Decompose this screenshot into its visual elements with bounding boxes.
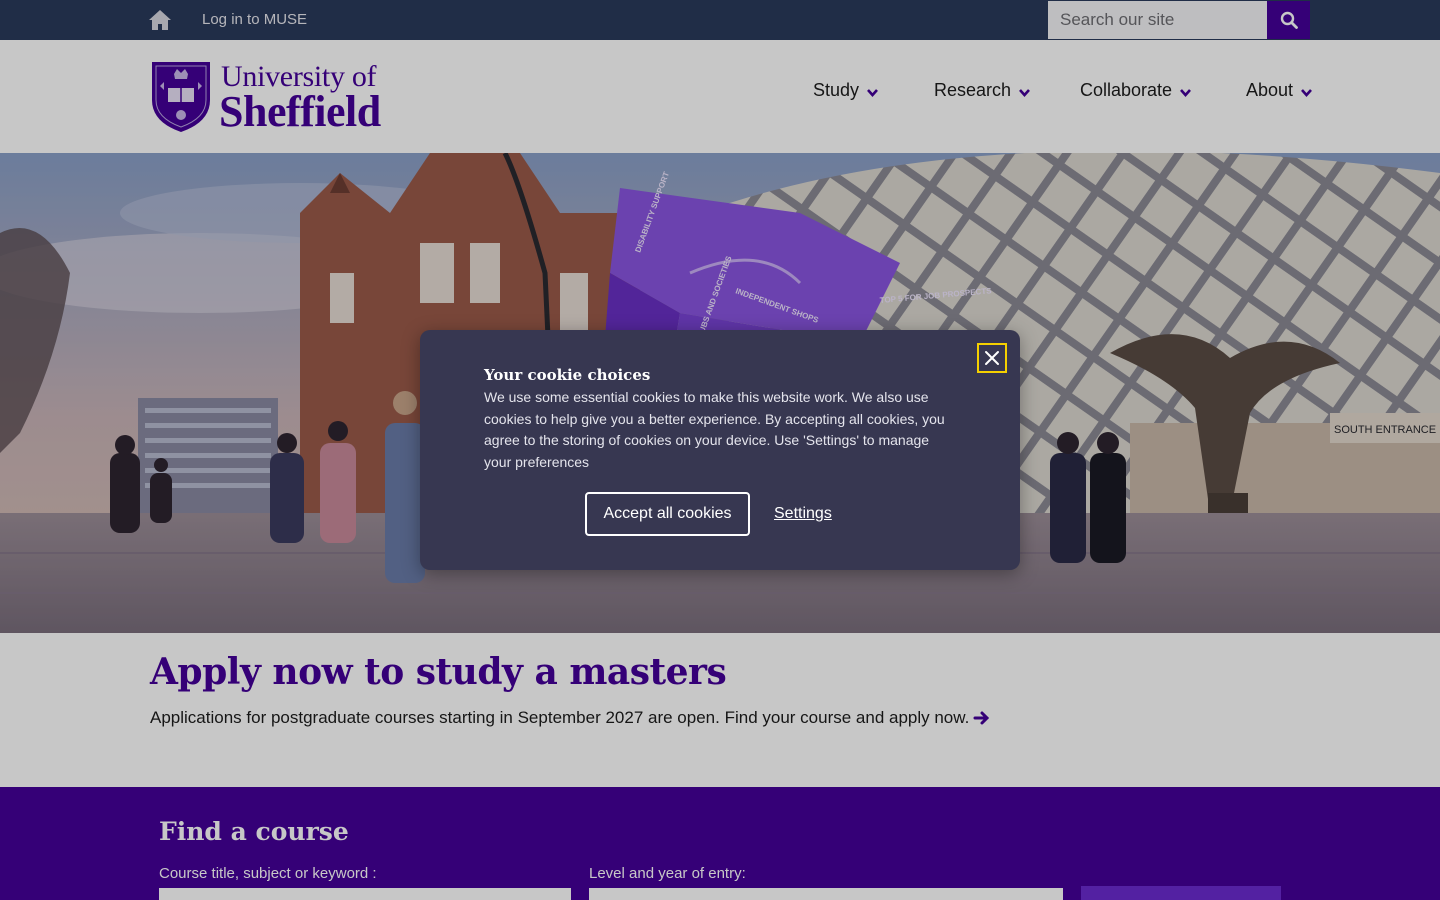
close-button[interactable] bbox=[977, 343, 1007, 373]
cookie-title: Your cookie choices bbox=[484, 366, 651, 384]
accept-cookies-button[interactable]: Accept all cookies bbox=[585, 492, 750, 536]
close-icon bbox=[985, 351, 999, 365]
cookie-description: We use some essential cookies to make th… bbox=[484, 389, 945, 471]
cookie-settings-link[interactable]: Settings bbox=[774, 505, 832, 523]
cookie-dialog: Your cookie choices We use some essentia… bbox=[420, 330, 1020, 570]
